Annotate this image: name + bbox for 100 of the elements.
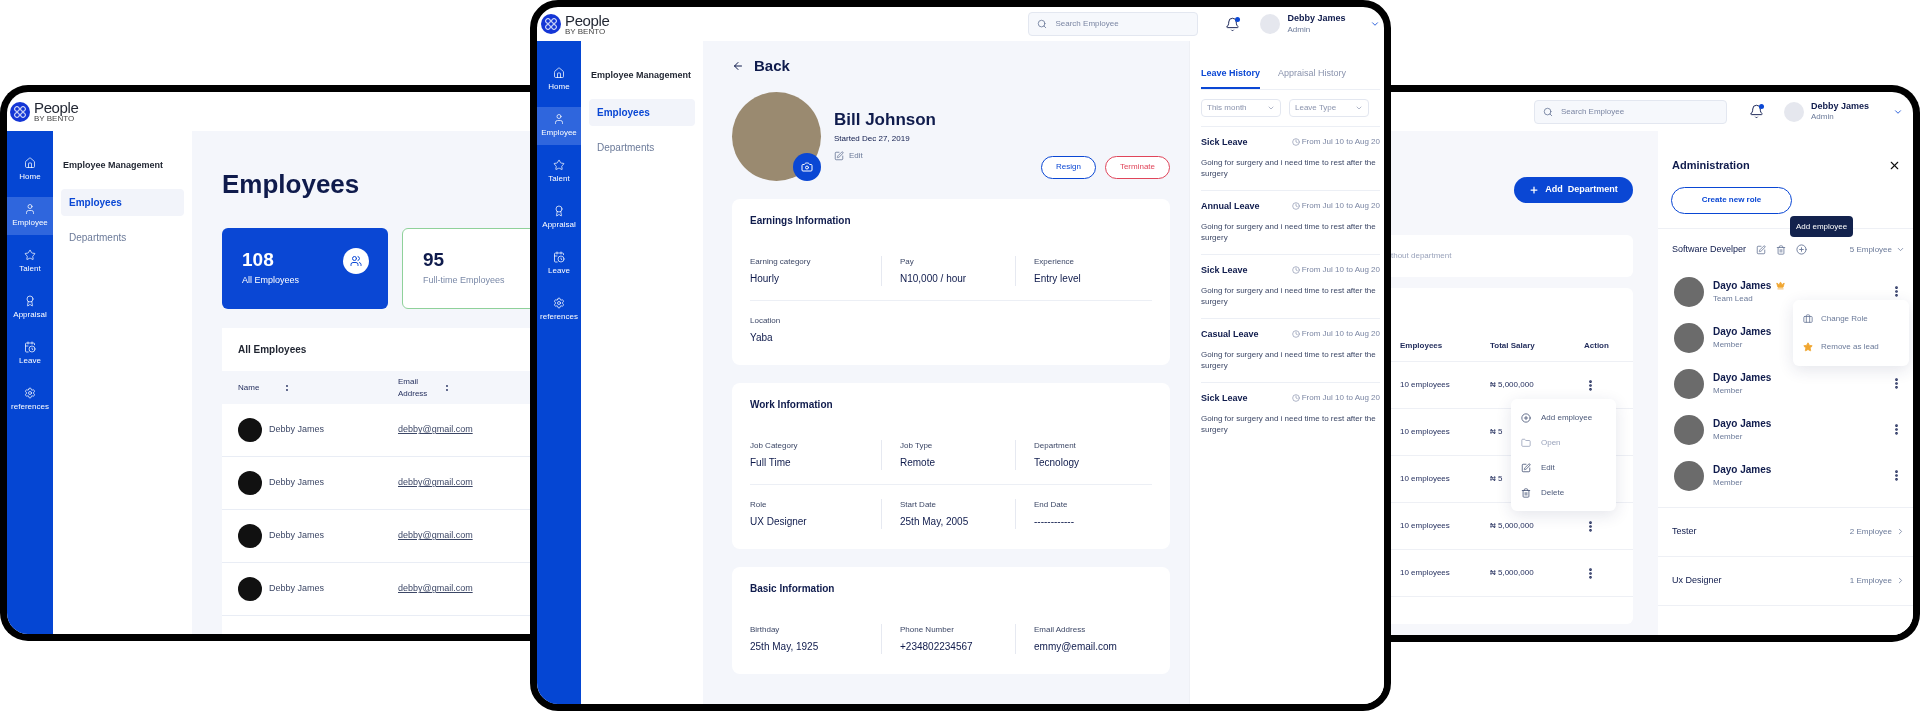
avatar-placeholder [1674,414,1704,445]
avatar-placeholder [1674,276,1704,307]
email-link[interactable]: debby@gmail.com [398,423,473,437]
email-link[interactable]: debby@gmail.com [398,529,473,543]
bell-icon[interactable] [1225,16,1241,32]
back-button[interactable]: Back [732,55,1170,78]
role-name: Ux Designer [1672,573,1722,587]
table-cell-text: 10 employees [1399,473,1451,485]
trash-icon [1521,487,1531,498]
settings-icon [24,387,36,399]
stat-label: All Employees [242,273,300,287]
trash-icon[interactable] [1776,244,1787,255]
tab[interactable]: Leave History [1201,67,1261,89]
table-cell-text: 10 employees [1399,567,1451,579]
sidebar-item[interactable]: Appraisal [537,199,581,237]
table-cell-text: 10 employees [1399,379,1451,391]
chevron-down-icon[interactable] [1369,19,1380,29]
terminate-button[interactable]: Terminate [1104,155,1170,179]
leave-dates: From Jul 10 to Aug 20 [1301,136,1380,149]
field-label: Phone Number [900,623,955,636]
star-icon [1803,342,1813,352]
field-label: End Date [1034,498,1069,511]
email-link[interactable]: debby@gmail.com [398,582,473,596]
settings-icon [553,297,565,309]
search-field[interactable]: Search Employee [1028,12,1199,36]
edit-link[interactable]: Edit [834,150,936,163]
email-link[interactable]: debby@gmail.com [398,476,473,490]
card-title: Work Information [750,397,834,412]
table-cell: Debby James [269,529,325,543]
menu-item[interactable]: Delete [1511,480,1616,505]
member-role: Member [1713,339,1744,351]
employee-count: 5 Employee [1849,243,1892,256]
sidebar-item[interactable]: Employee [7,197,53,235]
leave-dates: From Jul 10 to Aug 20 [1301,328,1380,341]
field-label: Experience [1034,255,1076,268]
sidebar-item[interactable]: Appraisal [7,289,53,327]
add-department-button[interactable]: Add Department [1514,177,1633,203]
leave-dates: From Jul 10 to Aug 20 [1301,264,1380,277]
plus-circle-icon[interactable] [1796,244,1808,255]
notice-text: thout department [1391,250,1452,262]
page-title: Employees [222,171,361,197]
member-role: Member [1713,431,1744,443]
menu-item[interactable]: Edit [1511,455,1616,480]
sidebar-item[interactable]: references [7,381,53,419]
sidebar-item[interactable]: Employee [537,107,581,145]
star-badge-icon [24,249,36,261]
subnav-item[interactable]: Departments [589,133,695,161]
field-value: 25th May, 2005 [900,514,970,529]
member-role: Team Lead [1713,293,1754,305]
home-icon [553,67,565,79]
user-icon [553,113,565,125]
start-date: Started Dec 27, 2019 [834,133,911,146]
sidebar-item[interactable]: Talent [7,243,53,281]
calendar-icon [553,251,565,263]
panel-title: Administration [1672,158,1750,173]
bell-icon[interactable] [1749,104,1764,119]
resign-button[interactable]: Resign [1040,155,1096,179]
sidebar-item[interactable]: Leave [537,245,581,283]
role-name: Tester [1672,524,1697,538]
menu-item[interactable]: Add employee [1511,405,1616,430]
member-name: Dayo James [1713,325,1772,339]
edit-icon [1521,462,1531,473]
leave-dates: From Jul 10 to Aug 20 [1301,392,1380,405]
leave-type: Casual Leave [1201,327,1259,341]
sidebar-item[interactable]: Leave [7,335,53,373]
field-value: Hourly [750,271,780,286]
field-value: Remote [900,455,936,470]
search-field[interactable]: Search Employee [1534,99,1727,124]
stat-label: Full-time Employees [423,273,505,287]
subnav-item[interactable]: Employees [589,98,695,126]
leave-dates: From Jul 10 to Aug 20 [1301,200,1380,213]
leave-type: Sick Leave [1201,263,1248,277]
avatar-placeholder [1674,322,1704,353]
panel-title: All Employees [237,343,308,357]
column-header: Total Salary [1490,339,1536,352]
field-value: Full Time [750,455,792,470]
member-role: Member [1713,477,1744,489]
field-value: Entry level [1034,271,1082,286]
card-title: Earnings Information [750,213,852,228]
menu-item[interactable]: Remove as lead [1793,333,1909,361]
subnav-item[interactable]: Employees [61,188,184,216]
leave-note: Going for surgery and i need time to rest after the surgery [1201,413,1376,436]
sidebar-item[interactable]: Home [537,61,581,99]
table-cell: Debby James [269,423,325,437]
avatar-placeholder [238,524,262,548]
leave-type: Annual Leave [1201,199,1260,213]
field-label: Birthday [750,623,781,636]
field-label: Pay [900,255,915,268]
role-row[interactable]: Tester 2 Employee [1658,507,1913,556]
menu-item[interactable]: Change Role [1793,305,1909,333]
subnav-item[interactable]: Departments [61,223,184,251]
brand-tagline: BY BENTO [34,115,75,123]
table-cell: Debby James [269,582,325,596]
sidebar-item[interactable]: references [537,291,581,329]
plus-circle-icon [1521,412,1531,423]
role-row[interactable]: Ux Designer 1 Employee [1658,556,1913,605]
star-badge-icon [553,159,565,171]
sidebar-item[interactable]: Talent [537,153,581,191]
clock-icon [1291,266,1300,275]
sidebar-item[interactable]: Home [7,151,53,189]
